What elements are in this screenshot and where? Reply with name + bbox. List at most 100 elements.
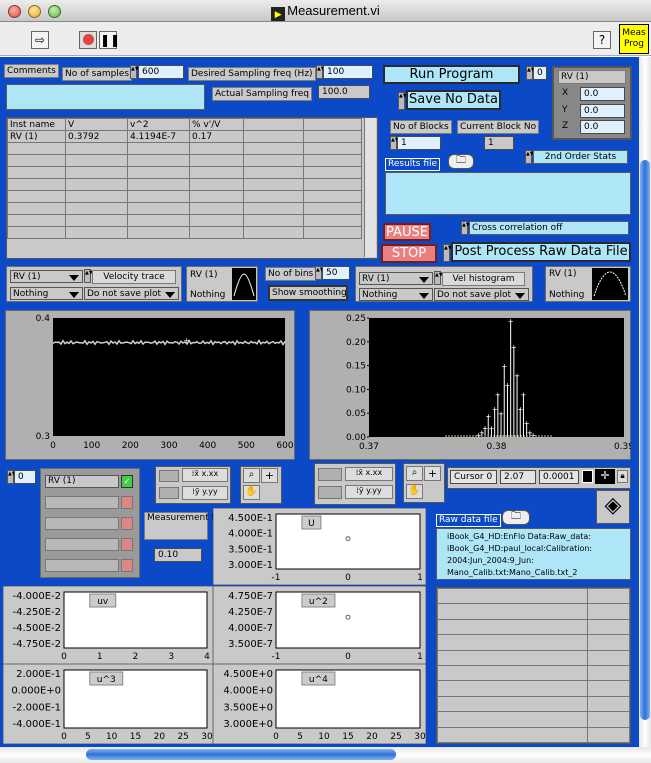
hist-scale-x-lock[interactable] xyxy=(318,468,342,481)
pause-button[interactable]: ❚❚ xyxy=(99,31,120,49)
save-no-data-button[interactable]: Save No Data xyxy=(406,90,501,110)
probe-z-value[interactable]: 0.0 xyxy=(580,120,625,134)
bins-input[interactable]: 50 xyxy=(322,266,350,280)
cursor-name[interactable]: Cursor 0 xyxy=(450,470,497,484)
table-row xyxy=(437,618,630,636)
probe-disabled-checkbox[interactable] xyxy=(121,496,133,509)
vertical-scroll-thumb[interactable] xyxy=(640,160,650,720)
run-program-button[interactable]: Run Program xyxy=(383,65,520,84)
scale-y-lock[interactable] xyxy=(159,487,179,499)
probe-array-item[interactable] xyxy=(45,538,119,551)
horizontal-scroll-thumb[interactable] xyxy=(86,749,396,760)
plot-area xyxy=(63,591,208,649)
histogram-save-select[interactable]: Do not save plot xyxy=(434,288,529,301)
table-row xyxy=(7,154,362,167)
probe-enabled-checkbox[interactable]: ✓ xyxy=(121,475,133,488)
velocity-probe-select[interactable]: RV (1) xyxy=(10,270,83,283)
cross-correlation-mode[interactable]: Cross correlation off xyxy=(469,221,629,235)
velocity-action-select[interactable]: Nothing xyxy=(10,287,83,300)
cursor-move-diamond-icon[interactable]: ◈ xyxy=(596,490,630,524)
table-scrollbar[interactable] xyxy=(364,118,376,257)
y-scale-format-icon[interactable]: ⁞ȳ y.yy xyxy=(182,486,228,500)
run-counter-stepper[interactable]: ▲▼ xyxy=(526,66,535,80)
probe-array-item[interactable] xyxy=(45,559,119,572)
probe-disabled-checkbox[interactable] xyxy=(121,559,133,572)
chart-title: uv xyxy=(97,597,109,607)
post-process-stepper[interactable]: ▲▼ xyxy=(443,244,452,262)
hist-x-scale-format-icon[interactable]: ⁞x̄ x.xx xyxy=(345,467,393,481)
no-blocks-input[interactable]: 1 xyxy=(397,136,441,150)
raw-data-path[interactable]: iBook_G4_HD:EnFlo Data:Raw_data: iBook_G… xyxy=(436,528,631,580)
probe-array-item[interactable]: RV (1) xyxy=(45,475,119,488)
probe-array-item[interactable] xyxy=(45,517,119,530)
cursor-y[interactable]: 0.0001 xyxy=(539,470,579,484)
desired-freq-stepper[interactable]: ▲▼ xyxy=(316,65,325,79)
array-index-stepper[interactable]: ▲▼ xyxy=(7,470,16,484)
crosshair-icon[interactable]: + xyxy=(261,468,278,483)
cursor-lock-icon[interactable]: 🔒︎ xyxy=(617,470,628,483)
scale-x-lock[interactable] xyxy=(159,470,179,482)
pan-hand-icon[interactable]: ✋ xyxy=(243,485,260,500)
results-file-label: Results file xyxy=(385,158,441,171)
run-arrow-icon[interactable]: ⇨ xyxy=(31,31,49,49)
probe-x-value[interactable]: 0.0 xyxy=(580,87,625,101)
hist-scale-y-lock[interactable] xyxy=(318,486,342,499)
cursor-x[interactable]: 2.07 xyxy=(500,470,536,484)
stats-mode[interactable]: 2nd Order Stats xyxy=(533,150,628,164)
array-index[interactable]: 0 xyxy=(14,470,36,484)
plot-area xyxy=(63,669,208,729)
hist-crosshair-icon[interactable]: + xyxy=(424,466,441,481)
help-button[interactable]: ? xyxy=(593,31,611,49)
results-file-path[interactable] xyxy=(385,172,631,215)
hist-y-scale-format-icon[interactable]: ⁞ȳ y.yy xyxy=(345,485,393,499)
velocity-trace-mode[interactable]: Velocity trace xyxy=(92,270,176,284)
cursor-color-swatch[interactable] xyxy=(582,470,593,483)
probe-disabled-checkbox[interactable] xyxy=(121,538,133,551)
histogram-point: + xyxy=(524,420,530,428)
cursor-style-icon[interactable]: ✛ xyxy=(595,469,615,484)
hist-zoom-icon[interactable]: ⌕ xyxy=(406,466,423,481)
y-tick-label: 0.25 xyxy=(346,314,366,324)
stats-stepper[interactable]: ▲▼ xyxy=(525,150,534,164)
histogram-type-stepper[interactable]: ▲▼ xyxy=(434,271,443,285)
table-row xyxy=(437,603,630,620)
y-tick-label: 4.500E-1 xyxy=(228,513,273,524)
post-process-button[interactable]: Post Process Raw Data File xyxy=(451,242,631,262)
table-cell: RV (1) xyxy=(7,130,66,143)
desired-freq-input[interactable]: 100 xyxy=(323,65,373,79)
probe-y-value[interactable]: 0.0 xyxy=(580,104,625,118)
y-tick-label: -4.000E-2 xyxy=(12,591,61,602)
histogram-type-mode[interactable]: Vel histogram xyxy=(442,272,525,286)
histogram-probe-select[interactable]: RV (1) xyxy=(359,272,433,285)
histogram-mini-name: RV (1) xyxy=(549,269,577,279)
velocity-save-select[interactable]: Do not save plot xyxy=(84,287,179,300)
no-samples-input[interactable]: 600 xyxy=(138,65,184,79)
save-mode-stepper[interactable]: ▲▼ xyxy=(398,92,407,110)
abort-button[interactable] xyxy=(79,31,97,49)
meas-time-label: Measurement time (min) xyxy=(144,512,259,540)
no-samples-stepper[interactable]: ▲▼ xyxy=(130,65,139,79)
probe-disabled-checkbox[interactable] xyxy=(121,517,133,530)
y-tick-label: -4.000E-1 xyxy=(12,719,61,730)
x-tick-label: 5 xyxy=(85,732,91,742)
cross-corr-stepper[interactable]: ▲▼ xyxy=(461,221,470,235)
show-smoothing-button[interactable]: Show smoothing xyxy=(268,285,348,301)
probe-array-item[interactable] xyxy=(45,496,119,509)
probe-x-label: X xyxy=(562,88,569,98)
bins-stepper[interactable]: ▲▼ xyxy=(315,266,324,280)
velocity-trace-stepper[interactable]: ▲▼ xyxy=(84,269,93,283)
stop-run-button[interactable]: STOP xyxy=(381,244,437,263)
histogram-action-select[interactable]: Nothing xyxy=(359,288,433,301)
histogram-point: + xyxy=(517,405,523,413)
raw-data-folder-icon[interactable]: 🗀 xyxy=(502,510,530,525)
folder-browse-icon[interactable]: 🗀 xyxy=(448,154,474,169)
chart-title: U xyxy=(308,519,315,529)
run-counter[interactable]: 0 xyxy=(533,66,547,80)
comments-field[interactable] xyxy=(6,84,205,110)
uv-chart: -4.000E-2 -4.250E-2 -4.500E-2 -4.750E-20 1 2 3… xyxy=(3,586,213,664)
hist-pan-hand-icon[interactable]: ✋ xyxy=(406,484,423,499)
pause-run-button[interactable]: PAUSE xyxy=(383,223,431,241)
no-blocks-stepper[interactable]: ▲▼ xyxy=(390,136,399,150)
zoom-icon[interactable]: ⌕ xyxy=(243,468,260,483)
x-scale-format-icon[interactable]: ⁞x̄ x.xx xyxy=(182,468,228,482)
